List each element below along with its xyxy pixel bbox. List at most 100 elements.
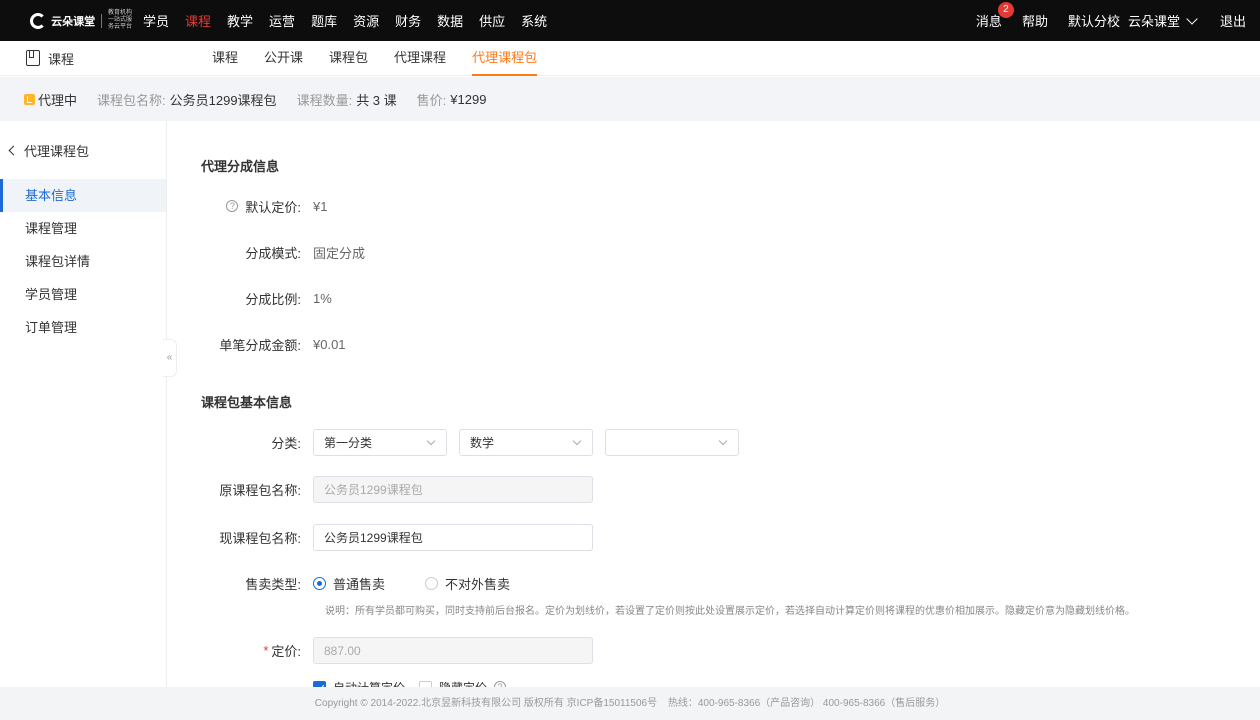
back-link-label: 代理课程包 [24,143,90,159]
brand-logo[interactable]: 云朵课堂 教育机构一站式服务云平台 [30,9,134,33]
commission-section-title: 代理分成信息 [201,159,280,174]
commission-ratio-label: 分成比例: [245,291,301,307]
sidebar-menu: 基本信息 课程管理 课程包详情 学员管理 订单管理 [0,179,166,344]
category-select-1-value: 第一分类 [324,436,373,450]
current-name-label: 现课程包名称: [219,531,301,546]
nav-item-finance[interactable]: 财务 [395,11,421,30]
help-circle-icon[interactable]: ? [226,200,239,212]
default-price-label: ? 默认定价: [167,197,313,216]
sale-type-private-radio[interactable]: 不对外售卖 [425,574,510,593]
original-name-field: 公务员1299课程包 [313,476,593,503]
commission-mode-value: 固定分成 [313,245,366,261]
sale-type-row: 售卖类型: 普通售卖 不对外售卖 [167,573,1260,593]
auto-price-label: 自动计算定价 [333,679,405,688]
nav-item-question-bank[interactable]: 题库 [311,11,337,30]
back-link[interactable]: 代理课程包 [0,121,166,179]
nav-item-data[interactable]: 数据 [437,11,463,30]
nav-item-teaching[interactable]: 教学 [227,11,253,30]
top-right-actions: 消息 2 帮助 默认分校 云朵课堂 退出 [956,0,1260,41]
tab-courses[interactable]: 课程 [212,41,238,76]
default-price-value: ¥1 [313,198,328,214]
commission-ratio-row: 分成比例: 1% [167,288,1260,308]
left-sidebar: 代理课程包 基本信息 课程管理 课程包详情 学员管理 订单管理 [0,121,167,687]
price-field: 887.00 [313,637,593,664]
sidebar-item-basic-info[interactable]: 基本信息 [0,179,166,212]
main-content: 代理分成信息 ? 默认定价: ¥1 分成模式: 固定分成 分成比例: 1% 单笔… [167,121,1260,687]
logo-divider [101,13,102,28]
price-field-label: * 定价: [167,641,313,660]
category-select-2-value: 数学 [470,436,495,450]
main-nav: 学员 课程 教学 运营 题库 资源 财务 数据 供应 系统 [143,11,563,30]
sale-type-note: 说明：所有学员都可购买，同时支持前后台报名。定价为划线价，若设置了定价则按此处设… [325,606,1135,617]
school-switch[interactable]: 默认分校 [1068,11,1120,30]
chevron-down-icon [1186,12,1198,25]
commission-mode-row: 分成模式: 固定分成 [167,242,1260,262]
nav-item-system[interactable]: 系统 [521,11,547,30]
sale-type-normal-radio[interactable]: 普通售卖 [313,574,385,593]
auto-price-checkbox[interactable]: 自动计算定价 [313,679,405,688]
chevron-down-icon [718,436,728,446]
course-count-label: 课程数量: [296,92,353,108]
section-title: 课程 [26,49,212,68]
commission-amount-row: 单笔分成金额: ¥0.01 [167,334,1260,354]
price-value: ¥1299 [450,91,487,107]
category-select-2[interactable]: 数学 [459,429,593,456]
footer-hotline: 热线：400-965-8366（产品咨询） 400-965-8366（售后服务） [667,698,946,709]
logo-slogan: 教育机构一站式服务云平台 [107,10,132,30]
commission-mode-label: 分成模式: [245,245,301,261]
chevron-left-icon [8,145,19,155]
sidebar-item-student-management[interactable]: 学员管理 [0,278,166,311]
sidebar-item-package-details[interactable]: 课程包详情 [0,245,166,278]
footer-copyright: Copyright © 2014-2022.北京昱新科技有限公司 版权所有 京I… [314,698,658,709]
package-name-value: 公务员1299课程包 [169,92,277,108]
radio-checked-icon [313,576,326,590]
nav-item-supply[interactable]: 供应 [479,11,505,30]
top-navigation-bar: 云朵课堂 教育机构一站式服务云平台 学员 课程 教学 运营 题库 资源 财务 数… [0,0,1260,41]
commission-amount-label: 单笔分成金额: [219,337,301,353]
category-row: 分类: 第一分类 数学 [167,429,1260,456]
sale-type-private-label: 不对外售卖 [445,576,511,592]
default-price-label-text: 默认定价: [245,199,301,215]
current-name-field[interactable]: 公务员1299课程包 [313,524,593,551]
price-field-label-text: 定价: [271,644,301,659]
tab-proxy-courses[interactable]: 代理课程 [394,41,446,76]
chevron-down-icon [426,436,436,446]
tab-open-class[interactable]: 公开课 [264,41,303,76]
current-name-row: 现课程包名称: 公务员1299课程包 [167,524,1260,551]
category-label: 分类: [271,436,301,451]
sub-tabs: 课程 公开课 课程包 代理课程 代理课程包 [212,41,563,76]
sale-type-label: 售卖类型: [245,576,301,592]
category-select-3[interactable] [605,429,739,456]
price-label: 售价: [416,92,447,108]
hide-price-checkbox[interactable]: 隐藏定价 ? [419,679,513,688]
account-dropdown[interactable]: 云朵课堂 [1128,11,1200,30]
logout-button[interactable]: 退出 [1220,11,1246,30]
nav-item-resources[interactable]: 资源 [353,11,379,30]
hide-price-label: 隐藏定价 [439,679,487,688]
nav-item-courses[interactable]: 课程 [185,11,211,30]
original-name-label: 原课程包名称: [219,483,301,498]
nav-item-operations[interactable]: 运营 [269,11,295,30]
tab-proxy-course-package[interactable]: 代理课程包 [472,41,538,76]
basic-section-title: 课程包基本信息 [201,395,293,410]
package-info-strip: 代理中 课程包名称: 公务员1299课程包 课程数量: 共 3 课 售价: ¥1… [0,77,1260,121]
page-footer: Copyright © 2014-2022.北京昱新科技有限公司 版权所有 京I… [0,687,1260,720]
sidebar-item-order-management[interactable]: 订单管理 [0,311,166,344]
category-select-1[interactable]: 第一分类 [313,429,447,456]
cloud-logo-icon [30,11,49,31]
messages-link[interactable]: 消息 2 [975,2,1014,30]
tab-course-package[interactable]: 课程包 [329,41,368,76]
logo-text: 云朵课堂 [51,15,96,28]
nav-item-students[interactable]: 学员 [143,11,169,30]
default-price-row: ? 默认定价: ¥1 [167,196,1260,216]
original-name-row: 原课程包名称: 公务员1299课程包 [167,476,1260,503]
proxy-status-icon [24,93,35,105]
commission-ratio-value: 1% [313,290,332,306]
sub-navigation: 课程 课程 公开课 课程包 代理课程 代理课程包 [0,41,1260,76]
sidebar-item-course-management[interactable]: 课程管理 [0,212,166,245]
price-row: * 定价: 887.00 [167,637,1260,664]
sale-type-normal-label: 普通售卖 [333,576,386,592]
messages-label: 消息 [975,14,1002,29]
price-options-row: 自动计算定价 隐藏定价 ? [167,677,1260,687]
help-link[interactable]: 帮助 [1022,11,1048,30]
